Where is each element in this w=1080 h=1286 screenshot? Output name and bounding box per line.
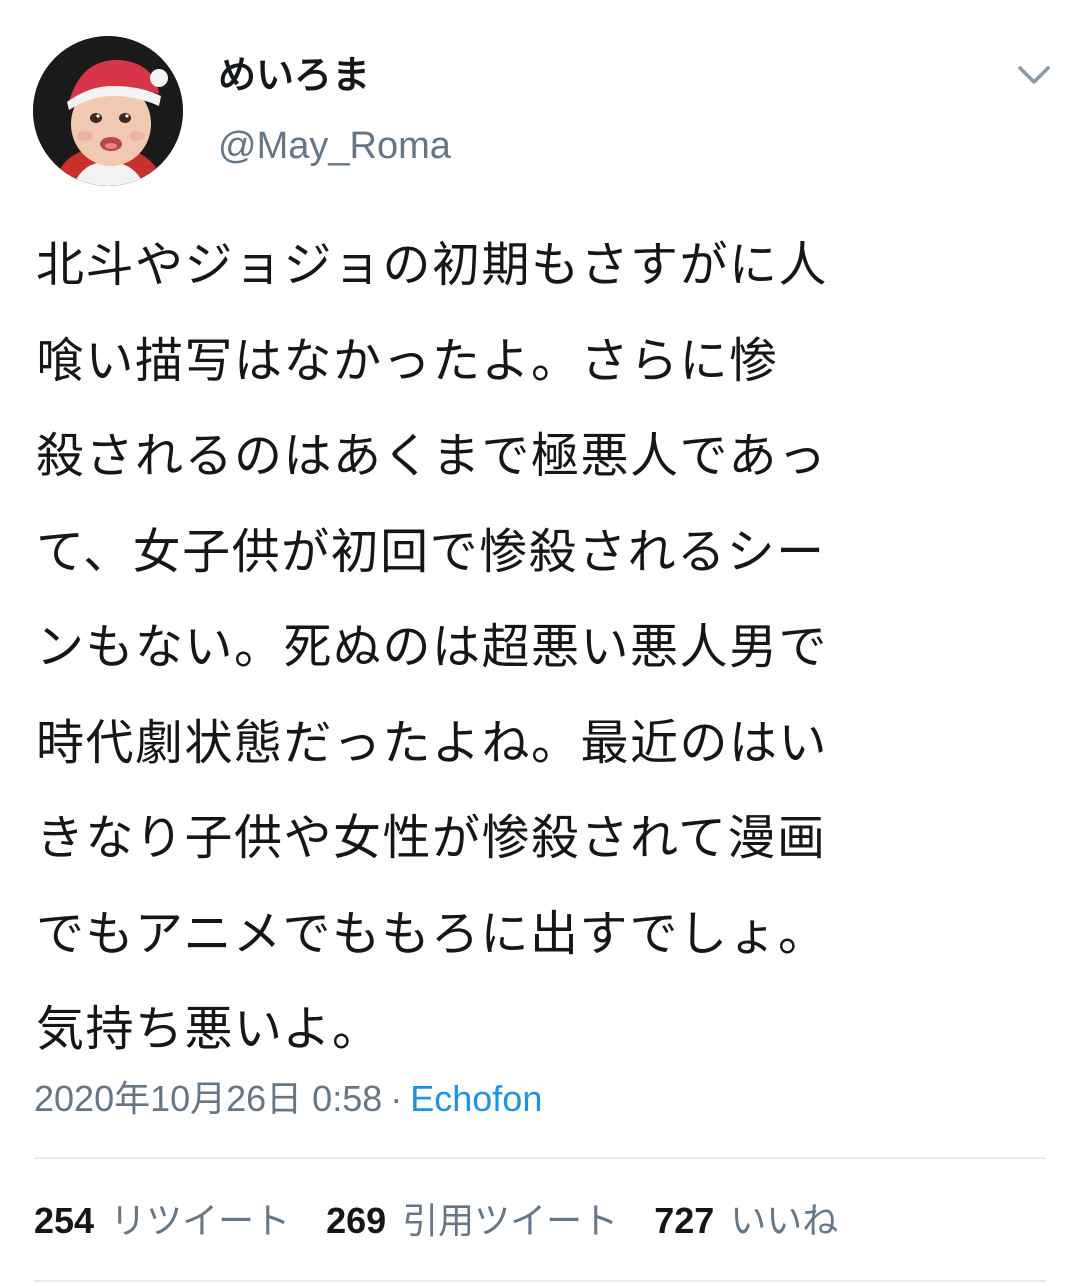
- retweet-label: リツイート: [110, 1200, 291, 1242]
- avatar[interactable]: [33, 36, 183, 186]
- display-name[interactable]: めいろま: [218, 50, 370, 100]
- like-label: いいね: [730, 1200, 839, 1242]
- retweets-stat[interactable]: 254 リツイート: [34, 1196, 290, 1247]
- meta-separator: ·: [390, 1078, 403, 1119]
- source-link[interactable]: Echofon: [410, 1078, 542, 1119]
- divider: [34, 1280, 1046, 1282]
- avatar-photo: [33, 36, 183, 186]
- tweet-meta: 2020年10月26日 0:58 · Echofon: [34, 1074, 542, 1124]
- likes-stat[interactable]: 727 いいね: [654, 1196, 838, 1247]
- quote-tweet-count: 269: [326, 1199, 387, 1241]
- chevron-down-icon[interactable]: [1014, 60, 1054, 90]
- quote-tweets-stat[interactable]: 269 引用ツイート: [326, 1196, 618, 1247]
- tweet-stats: 254 リツイート 269 引用ツイート 727 いいね: [34, 1196, 874, 1246]
- divider: [34, 1157, 1046, 1159]
- tweet-detail: めいろま @May_Roma 北斗やジョジョの初期もさすがに人 喰い描写はなかっ…: [0, 0, 1080, 1286]
- user-handle[interactable]: @May_Roma: [218, 122, 451, 170]
- retweet-count: 254: [34, 1199, 95, 1241]
- like-count: 727: [654, 1199, 715, 1241]
- quote-tweet-label: 引用ツイート: [402, 1200, 619, 1242]
- tweet-text: 北斗やジョジョの初期もさすがに人 喰い描写はなかったよ。さらに惨 殺されるのはあ…: [36, 237, 829, 1057]
- timestamp[interactable]: 2020年10月26日 0:58: [34, 1078, 382, 1119]
